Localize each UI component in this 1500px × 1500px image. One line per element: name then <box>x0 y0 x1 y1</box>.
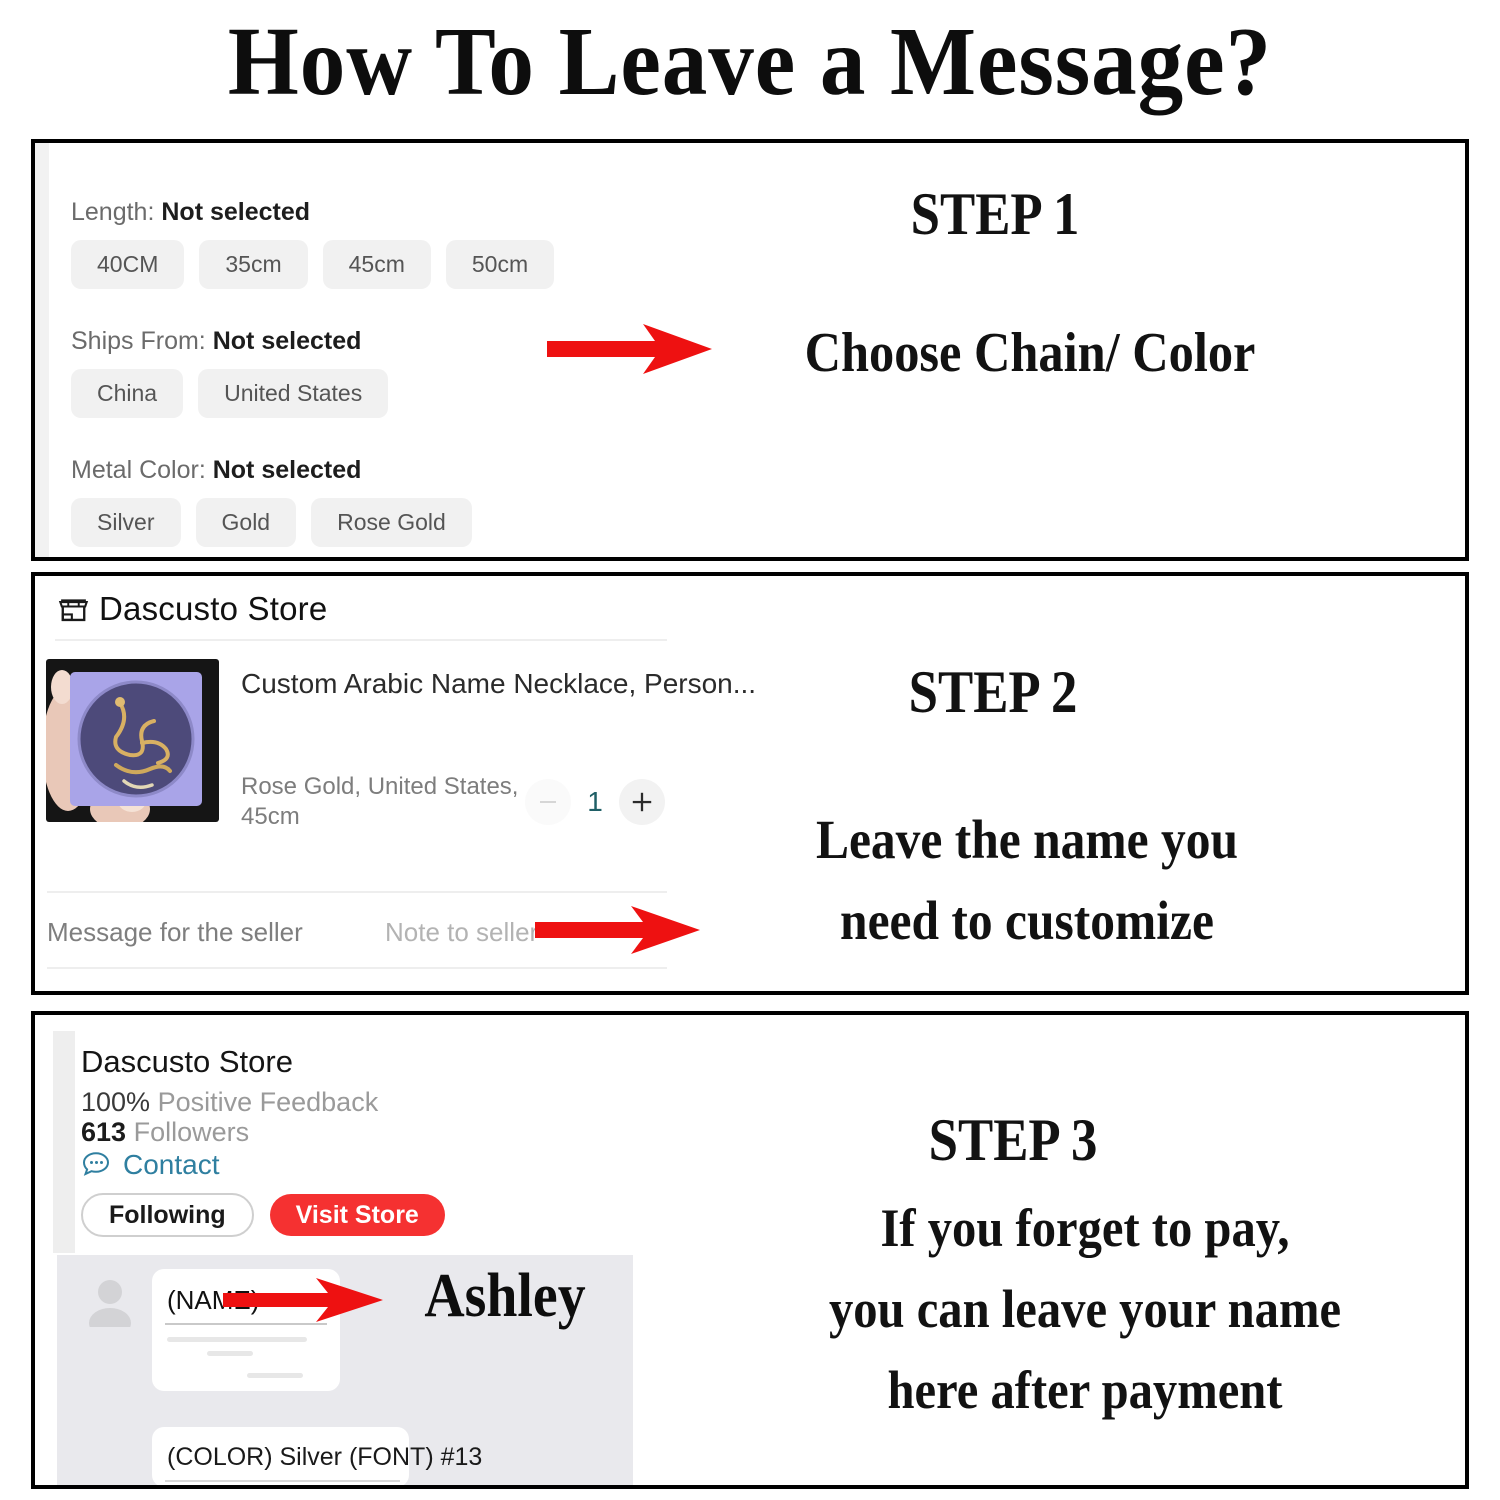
step3-callout-line1: If you forget to pay, <box>880 1198 1290 1258</box>
step1-panel: Length: Not selected 40CM 35cm 45cm 50cm… <box>31 139 1469 561</box>
infographic-page: How To Leave a Message? Length: Not sele… <box>0 0 1500 1500</box>
seller-store-name: Dascusto Store <box>81 1044 293 1079</box>
product-variant-line2: 45cm <box>241 803 300 830</box>
quantity-value: 1 <box>587 786 603 817</box>
length-chip-40cm[interactable]: 40CM <box>71 240 185 289</box>
chat-avatar <box>87 1277 133 1327</box>
step2-callout-line1: Leave the name you <box>815 809 1239 870</box>
storefront-icon <box>58 598 89 621</box>
chat-blurred-line-2 <box>207 1351 253 1356</box>
chat-bubble-icon <box>82 1152 110 1176</box>
seller-button-row: Following Visit Store <box>81 1193 445 1237</box>
length-chip-35cm[interactable]: 35cm <box>199 240 308 289</box>
length-chip-50cm[interactable]: 50cm <box>445 240 555 289</box>
step3-callout-line2: you can leave your name <box>828 1279 1342 1339</box>
seller-followers-label: Followers <box>133 1117 250 1147</box>
option-name-metal-color: Metal Color: <box>71 456 206 484</box>
message-for-seller-label: Message for the seller <box>47 917 303 947</box>
metal-color-choice-row: Silver Gold Rose Gold <box>71 498 472 547</box>
seller-feedback: 100% Positive Feedback <box>81 1087 378 1118</box>
option-value-metal-color: Not selected <box>212 456 362 484</box>
cart-divider-bottom <box>47 891 667 893</box>
option-value-ships-from: Not selected <box>212 327 362 355</box>
option-value-length: Not selected <box>161 198 311 226</box>
product-variant-line1: Rose Gold, United States, <box>241 773 519 800</box>
minus-icon <box>540 801 556 803</box>
step1-arrow-icon <box>547 324 712 374</box>
panel1-left-gutter <box>35 143 49 557</box>
chat-bubble-color-font-text: (COLOR) Silver (FONT) #13 <box>167 1443 483 1471</box>
seller-followers: 613 Followers <box>81 1117 249 1148</box>
step3-arrow-icon <box>223 1278 383 1322</box>
step3-panel: Dascusto Store 100% Positive Feedback 61… <box>31 1011 1469 1489</box>
note-to-seller-input[interactable]: Note to seller <box>385 917 538 948</box>
option-label-ships-from: Ships From: Not selected <box>71 327 361 356</box>
option-name-length: Length: <box>71 198 155 226</box>
necklace-in-box-photo <box>46 659 219 822</box>
step2-callout-line2: need to customize <box>840 890 1214 951</box>
contact-label: Contact <box>123 1149 220 1180</box>
user-avatar-icon <box>89 1280 131 1327</box>
contact-seller-link[interactable]: Contact <box>81 1149 220 1181</box>
step1-heading: STEP 1 <box>910 181 1080 247</box>
ships-from-chip-united-states[interactable]: United States <box>198 369 389 418</box>
chat-blurred-line-1 <box>167 1337 307 1342</box>
product-thumbnail[interactable] <box>46 659 219 822</box>
step3-heading: STEP 3 <box>928 1107 1098 1173</box>
cart-store-header[interactable]: Dascusto Store <box>57 590 327 628</box>
quantity-stepper: 1 <box>525 779 665 825</box>
option-name-ships-from: Ships From: <box>71 327 206 355</box>
option-label-metal-color: Metal Color: Not selected <box>71 456 361 485</box>
cart-store-name: Dascusto Store <box>99 590 328 627</box>
chat-blurred-line-3 <box>247 1373 303 1378</box>
product-variant: Rose Gold, United States, 45cm <box>241 772 518 832</box>
visit-store-button[interactable]: Visit Store <box>269 1194 445 1236</box>
page-title: How To Leave a Message? <box>227 8 1273 116</box>
cart-divider-footer <box>47 967 667 969</box>
step3-answer-text: Ashley <box>424 1262 586 1330</box>
ships-from-chip-china[interactable]: China <box>71 369 184 418</box>
length-chip-45cm[interactable]: 45cm <box>322 240 431 289</box>
quantity-decrease-button[interactable] <box>525 779 571 825</box>
chat-bubble2-underline <box>165 1480 400 1482</box>
metal-color-chip-gold[interactable]: Gold <box>195 498 297 547</box>
chat-bubble-underline <box>165 1323 327 1325</box>
following-button[interactable]: Following <box>81 1193 254 1237</box>
plus-icon <box>632 792 652 812</box>
step2-heading: STEP 2 <box>908 659 1078 725</box>
length-choice-row: 40CM 35cm 45cm 50cm <box>71 240 555 289</box>
step1-callout-text: Choose Chain/ Color <box>804 322 1256 384</box>
panel3-left-gutter <box>53 1031 75 1253</box>
seller-followers-count: 613 <box>81 1117 127 1147</box>
metal-color-chip-silver[interactable]: Silver <box>71 498 181 547</box>
seller-feedback-label: Positive Feedback <box>157 1087 379 1117</box>
cart-divider-top <box>55 639 667 641</box>
product-title[interactable]: Custom Arabic Name Necklace, Person... <box>241 668 756 700</box>
seller-feedback-percent: 100% <box>81 1087 151 1117</box>
quantity-increase-button[interactable] <box>619 779 665 825</box>
option-label-length: Length: Not selected <box>71 198 310 227</box>
step2-arrow-icon <box>535 906 700 954</box>
metal-color-chip-rose-gold[interactable]: Rose Gold <box>311 498 472 547</box>
step3-callout-line3: here after payment <box>887 1360 1283 1420</box>
step2-panel: Dascusto Store Custom Arabic Name Neckla… <box>31 572 1469 995</box>
ships-from-choice-row: China United States <box>71 369 389 418</box>
